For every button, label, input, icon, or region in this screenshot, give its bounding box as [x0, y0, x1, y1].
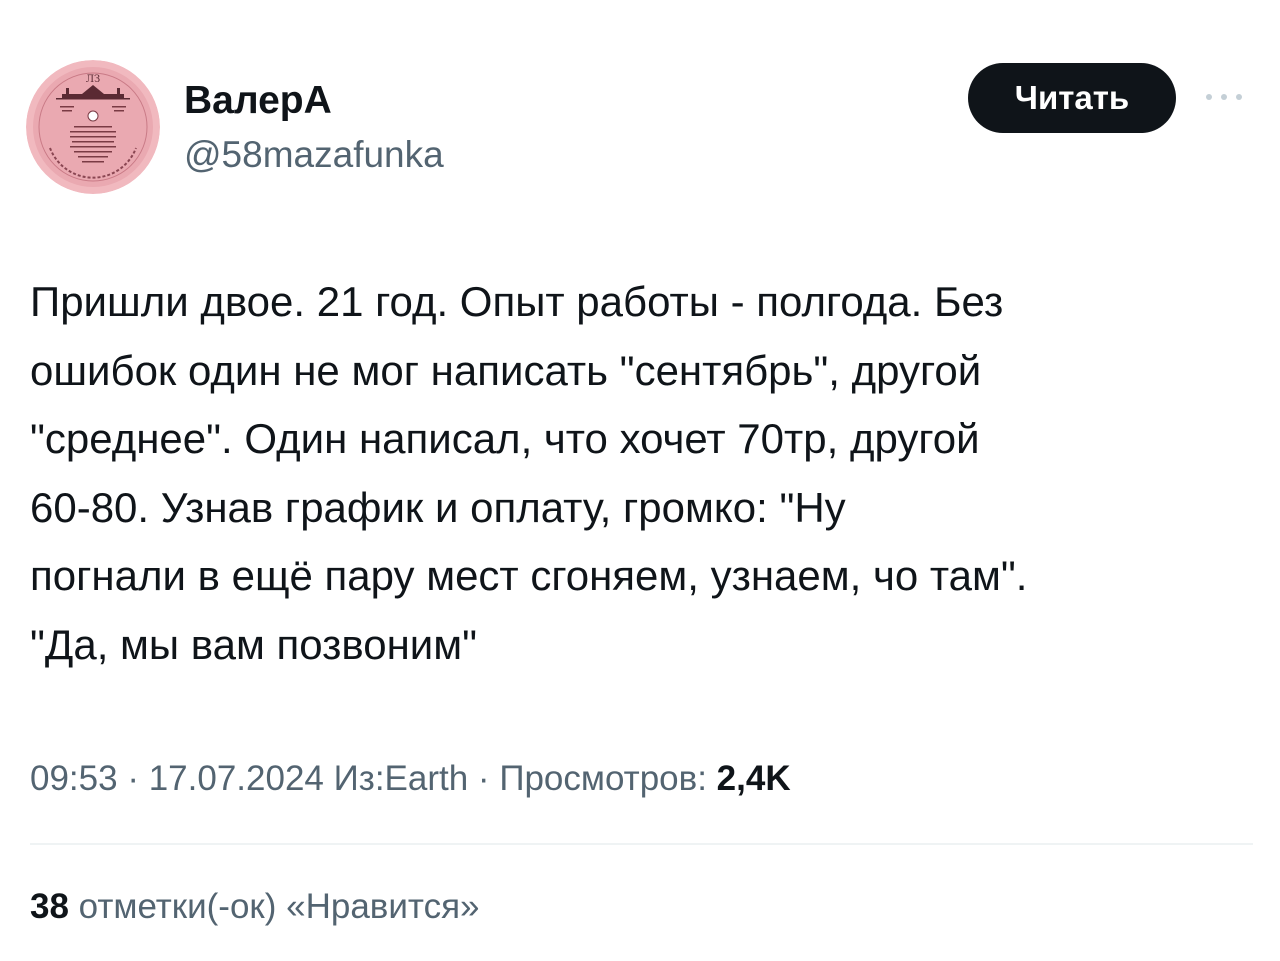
tweet-date[interactable]: 17.07.2024	[149, 759, 324, 798]
likes-count: 38	[30, 887, 69, 926]
likes-summary[interactable]: 38 отметки(-ок) «Нравится»	[30, 884, 480, 930]
meta-separator: ·	[468, 759, 500, 798]
tweet-time[interactable]: 09:53	[30, 759, 118, 798]
svg-text:ЛЗ: ЛЗ	[86, 74, 101, 85]
meta-separator: ·	[117, 759, 149, 798]
more-horizontal-icon[interactable]	[1202, 90, 1246, 104]
views-count: 2,4K	[716, 759, 791, 798]
author-handle[interactable]: @58mazafunka	[184, 132, 444, 178]
author-info: ВалерА @58mazafunka	[184, 78, 444, 178]
tweet-metadata: 09:53 · 17.07.2024 Из:Earth · Просмотров…	[30, 756, 791, 802]
author-display-name[interactable]: ВалерА	[184, 78, 444, 124]
tweet: ЛЗ ВалерА @58mazafunka Читать Пришли дво…	[0, 0, 1280, 961]
likes-label: отметки(-ок) «Нравится»	[68, 887, 480, 926]
tweet-source: Из:Earth	[333, 759, 469, 798]
follow-button[interactable]: Читать	[968, 63, 1176, 133]
vinyl-record-label-icon: ЛЗ	[26, 60, 160, 194]
avatar[interactable]: ЛЗ	[26, 60, 160, 194]
divider	[30, 843, 1253, 845]
tweet-text: Пришли двое. 21 год. Опыт работы - полго…	[30, 278, 1028, 668]
views-label: Просмотров:	[499, 759, 717, 798]
